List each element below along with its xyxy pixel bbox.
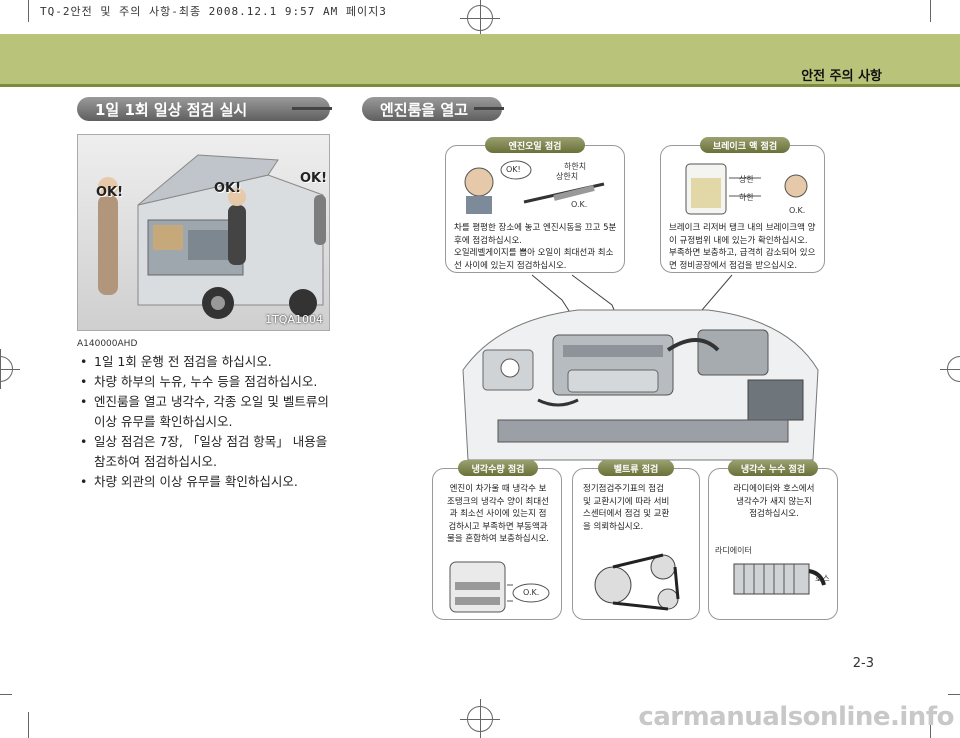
photo-code: 1TQA1004 [265, 313, 323, 326]
belt-check-box: 정기점검주기표의 점검 및 교환시기에 따라 서비 스센터에서 점검 및 교환 … [572, 468, 700, 620]
crop-mark [948, 694, 960, 695]
ok-label: O.K. [571, 200, 588, 209]
ok-label: OK! [96, 185, 124, 200]
engine-oil-instructions: 차를 평평한 장소에 놓고 엔진시동을 끄고 5분 후에 점검하십시오. 오일레… [454, 223, 617, 271]
ok-label: OK! [214, 181, 242, 196]
ok-label: O.K. [523, 588, 540, 597]
engine-oil-illustration [464, 160, 605, 214]
brake-fluid-check-box: 상한 하한 O.K. 브레이크 리저버 탱크 내의 브레이크액 양 이 규정범위… [660, 145, 825, 273]
belt-instructions: 정기점검주기표의 점검 및 교환시기에 따라 서비 스센터에서 점검 및 교환 … [583, 484, 670, 532]
list-item: 차량 외관의 이상 유무를 확인하십시오. [80, 472, 342, 492]
brake-fluid-instructions: 브레이크 리저버 탱크 내의 브레이크액 양 이 규정범위 내에 있는가 확인하… [669, 223, 816, 271]
radiator-illustration [733, 563, 826, 595]
van-illustration [98, 154, 326, 319]
lower-limit-label: 하한 [739, 193, 754, 202]
section-title-engine-room: 엔진룸을 열고 [362, 97, 504, 121]
radiator-label: 라디에이터 [715, 546, 752, 555]
registration-mark [460, 0, 500, 38]
registration-mark [0, 349, 20, 389]
registration-mark [460, 699, 500, 738]
belt-title: 벨트류 점검 [598, 460, 674, 476]
watermark: carmanualsonline.info [638, 702, 954, 732]
hose-label: 호스 [815, 574, 830, 583]
ok-label: OK! [300, 171, 328, 186]
upper-limit-label: 상한치 [556, 172, 579, 181]
brake-fluid-title: 브레이크 액 점검 [700, 137, 790, 153]
engine-room-illustration [462, 309, 819, 461]
upper-limit-label: 상한 [739, 175, 754, 184]
van-inspection-photo: OK! OK! OK! 1TQA1004 [77, 134, 330, 331]
crop-mark [930, 0, 931, 22]
crop-mark [28, 0, 29, 22]
header-divider [0, 84, 960, 87]
document-code: A140000AHD [77, 339, 138, 349]
list-item: 일상 점검은 7장, 「일상 점검 항목」 내용을 참조하여 점검하십시오. [80, 432, 342, 472]
list-item: 차량 하부의 누유, 누수 등을 점검하십시오. [80, 372, 342, 392]
belt-pulley-illustration [594, 553, 680, 611]
daily-check-list: 1일 1회 운행 전 점검을 하십시오. 차량 하부의 누유, 누수 등을 점검… [80, 352, 342, 492]
page-title: 안전 주의 사항 [801, 69, 882, 84]
coolant-leak-check-box: 라디에이터와 호스에서 냉각수가 새지 않는지 점검하십시오. 라디에이터 호스 [708, 468, 838, 620]
registration-mark [940, 356, 960, 382]
coolant-tank-illustration [449, 561, 550, 613]
print-slug: TQ-2안전 및 주의 사항-최종 2008.12.1 9:57 AM 페이지3 [40, 5, 387, 18]
ok-callout: OK! [506, 165, 521, 174]
coolant-leak-title: 냉각수 누수 점검 [728, 460, 818, 476]
coolant-level-check-box: 엔진이 차가울 때 냉각수 보 조탱크의 냉각수 양이 최대선 과 최소선 사이… [432, 468, 562, 620]
section-title-daily-check: 1일 1회 일상 점검 실시 [77, 97, 332, 121]
coolant-level-instructions: 엔진이 차가울 때 냉각수 보 조탱크의 냉각수 양이 최대선 과 최소선 사이… [447, 484, 549, 544]
coolant-leak-instructions: 라디에이터와 호스에서 냉각수가 새지 않는지 점검하십시오. [733, 484, 815, 519]
crop-mark [28, 712, 29, 738]
crop-mark [0, 694, 12, 695]
page-number: 2-3 [852, 656, 874, 671]
coolant-level-title: 냉각수량 점검 [458, 460, 538, 476]
engine-oil-title: 엔진오일 점검 [485, 137, 585, 153]
list-item: 1일 1회 운행 전 점검을 하십시오. [80, 352, 342, 372]
ok-label: O.K. [789, 206, 806, 215]
engine-oil-check-box: OK! 하한치 상한치 O.K. 차를 평평한 장소에 놓고 엔진시동을 끄고 … [445, 145, 625, 273]
list-item: 엔진룸을 열고 냉각수, 각종 오일 및 벨트류의 이상 유무를 확인하십시오. [80, 392, 342, 432]
